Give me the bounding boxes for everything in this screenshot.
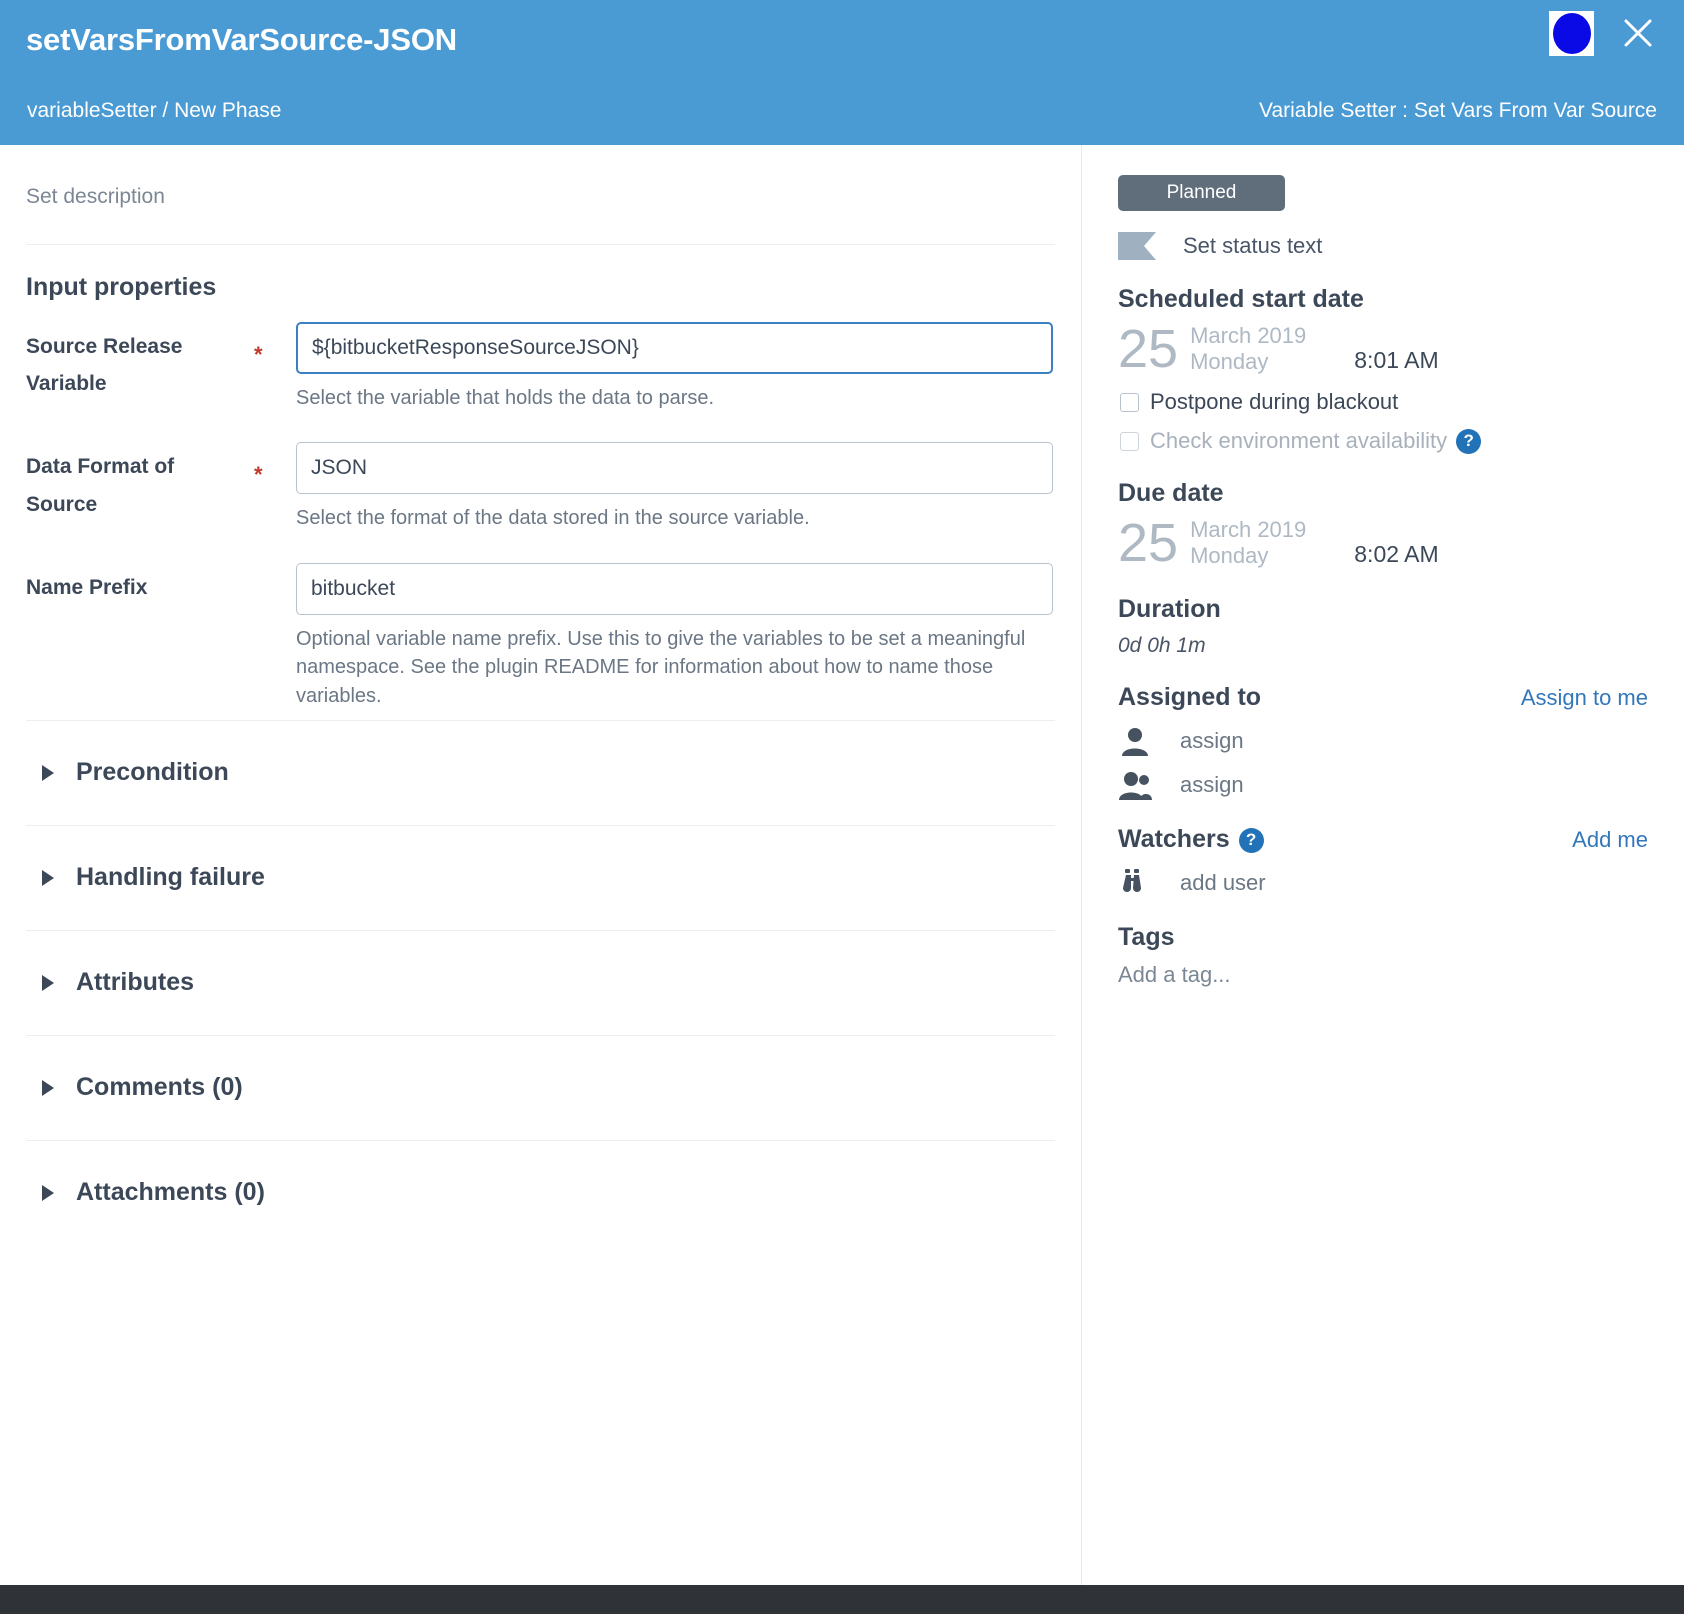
accordion-attributes[interactable]: Attributes xyxy=(26,931,1055,1035)
question-mark-icon[interactable]: ? xyxy=(1238,827,1264,853)
close-icon[interactable] xyxy=(1618,13,1658,53)
watchers-heading-row: Watchers? Add me xyxy=(1118,825,1648,854)
page-title: setVarsFromVarSource-JSON xyxy=(26,22,457,57)
checkbox-label: Postpone during blackout xyxy=(1150,389,1399,414)
scheduled-start-date-heading: Scheduled start date xyxy=(1118,285,1364,313)
accordion-label: Handling failure xyxy=(76,863,265,892)
watchers-heading: Watchers xyxy=(1118,825,1230,853)
date-day: 25 xyxy=(1118,319,1179,379)
watchers-heading-wrap: Watchers? xyxy=(1118,825,1264,854)
accordion-comments[interactable]: Comments (0) xyxy=(26,1036,1055,1140)
field-label: Name Prefix xyxy=(26,575,148,599)
accordion-list: Precondition Handling failure Attributes xyxy=(26,719,1055,1245)
main-form-column: Set description Input properties Source … xyxy=(0,145,1081,1245)
due-date-value[interactable]: 25 March 2019 Monday 8:02 AM xyxy=(1118,516,1666,570)
input-properties-heading: Input properties xyxy=(26,273,217,301)
assigned-team-row[interactable]: assign xyxy=(1118,770,1666,800)
date-weekday: Monday xyxy=(1190,349,1269,374)
accordion-label: Attributes xyxy=(76,968,195,997)
field-help-text: Select the format of the data stored in … xyxy=(296,507,810,530)
assigned-to-heading: Assigned to xyxy=(1118,683,1262,711)
field-label: Data Format of Source xyxy=(26,455,175,516)
accordion-label: Attachments (0) xyxy=(76,1178,265,1207)
chevron-right-icon xyxy=(40,974,56,992)
checkbox[interactable] xyxy=(1120,431,1139,451)
field-source-release-variable: Source Release Variable * Select the var… xyxy=(26,322,1055,412)
watcher-add-user-label: add user xyxy=(1180,870,1266,895)
required-marker: * xyxy=(254,342,263,367)
set-description-field[interactable]: Set description xyxy=(26,145,1055,244)
accordion-label: Comments (0) xyxy=(76,1073,243,1102)
chevron-right-icon xyxy=(40,1079,56,1097)
due-date-heading: Due date xyxy=(1118,479,1224,507)
name-prefix-input[interactable] xyxy=(296,562,1053,615)
accordion-attachments[interactable]: Attachments (0) xyxy=(26,1141,1055,1245)
chevron-right-icon xyxy=(40,869,56,887)
checkbox[interactable] xyxy=(1120,392,1139,412)
task-type-label: Variable Setter : Set Vars From Var Sour… xyxy=(1259,99,1657,122)
user-avatar-circle-icon[interactable] xyxy=(1549,11,1594,56)
duration-value: 0d 0h 1m xyxy=(1118,634,1206,657)
chevron-right-icon xyxy=(40,764,56,782)
postpone-during-blackout-checkbox-row[interactable]: Postpone during blackout xyxy=(1120,389,1666,415)
scheduled-start-date-value[interactable]: 25 March 2019 Monday 8:01 AM xyxy=(1118,322,1666,376)
assigned-to-heading-row: Assigned to Assign to me xyxy=(1118,683,1648,712)
flag-icon xyxy=(1118,232,1160,260)
date-month-year: March 2019 xyxy=(1190,517,1307,543)
dialog-body: Set description Input properties Source … xyxy=(0,145,1684,1585)
check-environment-availability-checkbox-row[interactable]: Check environment availability ? xyxy=(1120,428,1666,454)
data-format-of-source-input[interactable] xyxy=(296,442,1053,495)
field-help-text: Optional variable name prefix. Use this … xyxy=(296,627,1026,707)
set-status-text-label: Set status text xyxy=(1183,233,1323,258)
task-sidebar: Planned Set status text Scheduled start … xyxy=(1081,145,1684,1585)
assigned-user-label: assign xyxy=(1180,728,1244,753)
date-day: 25 xyxy=(1118,513,1179,573)
binoculars-icon xyxy=(1118,868,1152,898)
assigned-user-row[interactable]: assign xyxy=(1118,726,1666,756)
tags-heading: Tags xyxy=(1118,923,1175,951)
dialog-header: setVarsFromVarSource-JSON variableSetter… xyxy=(0,0,1684,145)
accordion-handling-failure[interactable]: Handling failure xyxy=(26,826,1055,930)
footer-bar xyxy=(0,1585,1684,1614)
accordion-precondition[interactable]: Precondition xyxy=(26,721,1055,825)
assigned-team-label: assign xyxy=(1180,772,1244,797)
accordion-label: Precondition xyxy=(76,758,229,787)
people-icon xyxy=(1118,770,1152,800)
person-icon xyxy=(1118,726,1152,756)
required-marker: * xyxy=(254,462,263,488)
question-mark-icon[interactable]: ? xyxy=(1456,428,1482,454)
date-month-year: March 2019 xyxy=(1190,323,1307,349)
assign-to-me-link[interactable]: Assign to me xyxy=(1521,685,1648,711)
source-release-variable-input[interactable] xyxy=(296,322,1053,374)
watcher-add-user-row[interactable]: add user xyxy=(1118,868,1666,898)
field-name-prefix: Name Prefix Optional variable name prefi… xyxy=(26,562,1055,710)
checkbox-label: Check environment availability xyxy=(1150,428,1448,453)
field-label: Source Release Variable xyxy=(26,335,183,396)
add-tag-field[interactable]: Add a tag... xyxy=(1118,962,1666,988)
date-weekday: Monday xyxy=(1190,543,1269,568)
field-data-format-of-source: Data Format of Source * Select the forma… xyxy=(26,442,1055,532)
chevron-right-icon xyxy=(40,1184,56,1202)
set-status-text-row[interactable]: Set status text xyxy=(1118,232,1666,260)
date-time[interactable]: 8:01 AM xyxy=(1354,347,1438,376)
field-help-text: Select the variable that holds the data … xyxy=(296,387,715,409)
date-time[interactable]: 8:02 AM xyxy=(1354,541,1438,570)
task-detail-dialog: setVarsFromVarSource-JSON variableSetter… xyxy=(0,0,1684,1614)
status-badge[interactable]: Planned xyxy=(1118,175,1285,211)
divider xyxy=(26,244,1055,245)
breadcrumb[interactable]: variableSetter / New Phase xyxy=(27,99,281,123)
add-me-link[interactable]: Add me xyxy=(1572,827,1648,853)
duration-heading: Duration xyxy=(1118,595,1221,623)
